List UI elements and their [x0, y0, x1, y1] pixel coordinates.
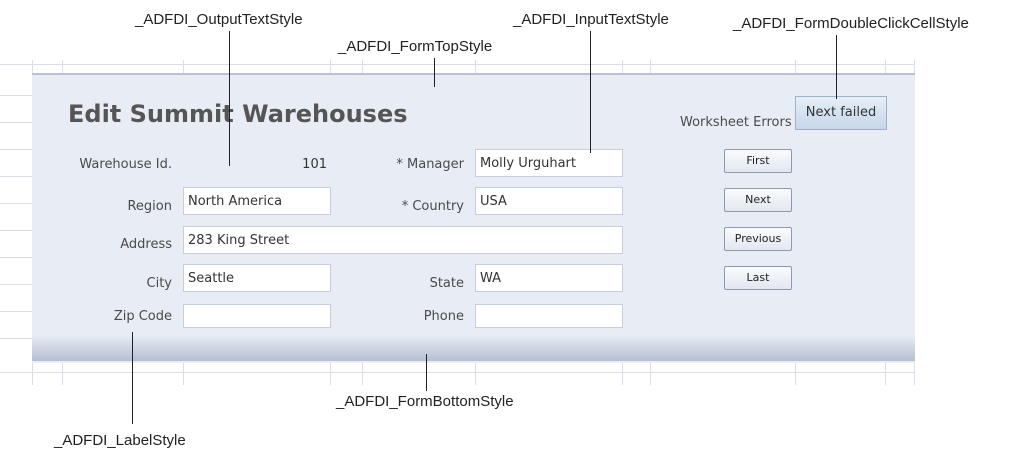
state-label: State	[429, 276, 464, 291]
country-field[interactable]: USA	[475, 187, 623, 215]
last-button[interactable]: Last	[724, 266, 792, 290]
form-title: Edit Summit Warehouses	[68, 100, 408, 128]
callout-leader-line	[434, 58, 435, 87]
city-field[interactable]: Seattle	[183, 264, 331, 292]
worksheet-errors-label: Worksheet Errors	[680, 115, 792, 130]
callout-input-text-style: _ADFDI_InputTextStyle	[513, 11, 669, 28]
zip-code-field[interactable]	[183, 304, 331, 328]
callout-output-text-style: _ADFDI_OutputTextStyle	[135, 11, 303, 28]
city-label: City	[146, 276, 172, 291]
manager-label: * Manager	[396, 157, 464, 172]
callout-leader-line	[426, 354, 427, 391]
first-button[interactable]: First	[724, 149, 792, 173]
warehouse-id-label: Warehouse Id.	[79, 157, 172, 172]
grid-row-line	[0, 372, 915, 373]
callout-label-style: _ADFDI_LabelStyle	[54, 432, 186, 449]
callout-leader-line	[836, 35, 837, 99]
callout-form-top-style: _ADFDI_FormTopStyle	[338, 38, 493, 55]
phone-field[interactable]	[475, 304, 623, 328]
address-label: Address	[120, 237, 172, 252]
region-field[interactable]: North America	[183, 187, 331, 215]
warehouse-id-value: 101	[302, 157, 327, 172]
callout-leader-line	[229, 31, 230, 166]
manager-field[interactable]: Molly Urguhart	[475, 149, 623, 177]
callout-form-bottom-style: _ADFDI_FormBottomStyle	[336, 393, 514, 410]
phone-label: Phone	[423, 309, 464, 324]
form-bottom-band	[32, 335, 915, 361]
previous-button[interactable]: Previous	[724, 227, 792, 251]
next-button[interactable]: Next	[724, 188, 792, 212]
callout-form-double-click-cell-style: _ADFDI_FormDoubleClickCellStyle	[733, 15, 969, 32]
country-label: * Country	[401, 199, 464, 214]
callout-leader-line	[590, 31, 591, 153]
state-field[interactable]: WA	[475, 264, 623, 292]
address-field[interactable]: 283 King Street	[183, 226, 623, 254]
grid-row-line	[0, 64, 915, 65]
next-failed-button[interactable]: Next failed	[795, 96, 887, 130]
callout-leader-line	[132, 332, 133, 424]
zip-code-label: Zip Code	[113, 309, 172, 324]
region-label: Region	[127, 199, 172, 214]
